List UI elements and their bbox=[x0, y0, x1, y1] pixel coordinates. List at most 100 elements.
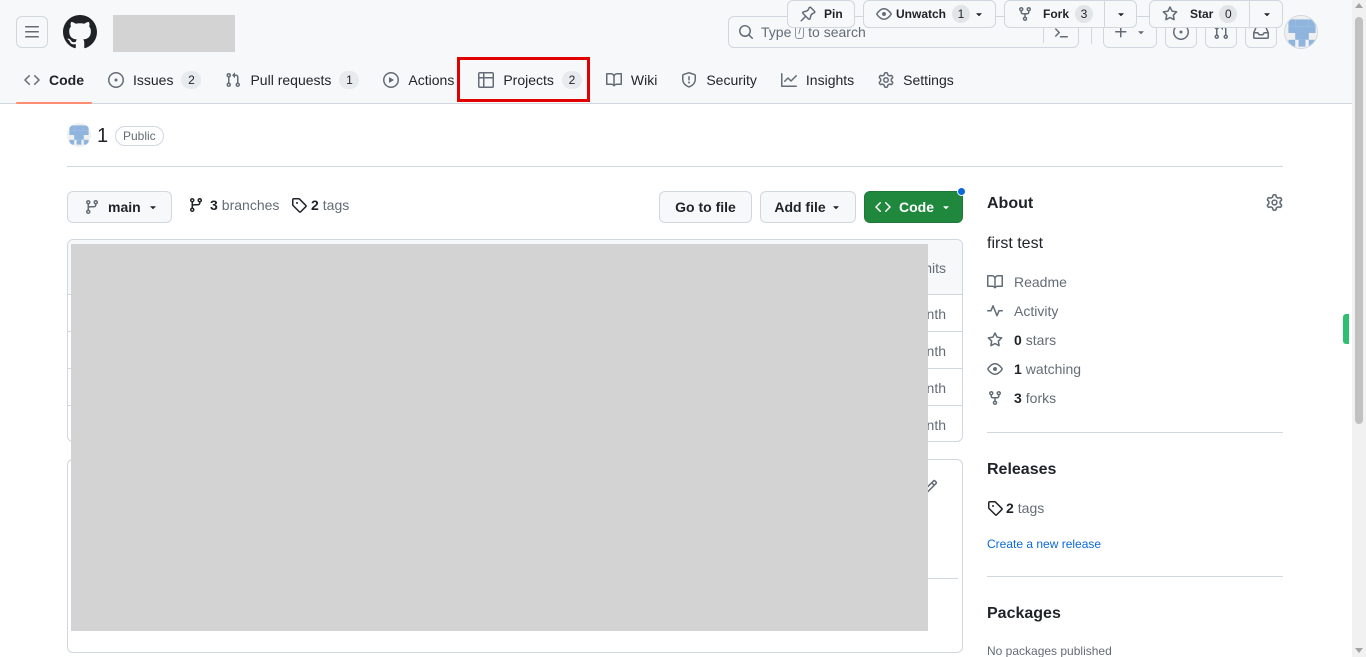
triangle-down-icon bbox=[832, 206, 839, 210]
about-heading: About bbox=[987, 195, 1034, 212]
branch-icon bbox=[189, 198, 202, 213]
triangle-down-icon bbox=[976, 13, 982, 17]
add-file-button[interactable]: Add file bbox=[760, 191, 856, 223]
triangle-down-icon[interactable] bbox=[1115, 8, 1127, 20]
scroll-down-arrow-icon[interactable] bbox=[1355, 648, 1363, 653]
sidebar-divider bbox=[987, 432, 1283, 433]
fork-button[interactable]: Fork 3 bbox=[1004, 0, 1137, 28]
star-count: 0 bbox=[1219, 5, 1238, 23]
tab-code[interactable]: Code bbox=[16, 63, 92, 104]
tags-label: tags bbox=[322, 197, 350, 213]
search-icon bbox=[739, 25, 754, 40]
tab-settings[interactable]: Settings bbox=[870, 63, 962, 97]
tab-wiki[interactable]: Wiki bbox=[598, 63, 665, 97]
gear-icon bbox=[878, 72, 894, 88]
sidebar-item-label: Activity bbox=[1014, 303, 1059, 319]
search-placeholder-before: Type bbox=[761, 24, 792, 40]
watch-count: 1 bbox=[952, 5, 971, 23]
table-icon bbox=[478, 72, 495, 88]
repo-description: first test bbox=[987, 235, 1044, 252]
tab-pull-requests[interactable]: Pull requests 1 bbox=[217, 63, 367, 97]
triangle-down-icon bbox=[149, 206, 156, 210]
visibility-badge: Public bbox=[115, 126, 164, 146]
sidebar-item-watching[interactable]: 1 watching bbox=[987, 361, 1081, 377]
code-clone-button[interactable]: Code bbox=[864, 191, 963, 223]
add-file-label: Add file bbox=[774, 199, 826, 215]
stars-count: 0 bbox=[1014, 332, 1022, 348]
sidebar-item-tags[interactable]: 2 tags bbox=[987, 500, 1044, 516]
sidebar-item-activity[interactable]: Activity bbox=[987, 303, 1058, 319]
row-age-tail: nth bbox=[926, 417, 946, 433]
branches-label: branches bbox=[221, 197, 280, 213]
sidebar-item-label: stars bbox=[1025, 332, 1057, 348]
tab-actions[interactable]: Actions bbox=[375, 63, 462, 97]
repo-title[interactable]: 1 bbox=[97, 124, 108, 148]
pull-request-icon bbox=[226, 72, 241, 88]
pin-button[interactable]: Pin bbox=[787, 0, 855, 28]
star-button[interactable]: Star 0 bbox=[1149, 0, 1283, 28]
sidebar-divider bbox=[987, 576, 1283, 577]
pin-button-label: Pin bbox=[824, 7, 843, 21]
code-button-indicator-dot bbox=[957, 187, 966, 196]
tab-projects-counter: 2 bbox=[561, 71, 582, 89]
tab-issues[interactable]: Issues 2 bbox=[100, 63, 209, 97]
tag-icon bbox=[988, 501, 1003, 516]
releases-heading[interactable]: Releases bbox=[987, 461, 1056, 479]
shield-icon bbox=[682, 72, 697, 88]
eye-icon bbox=[876, 8, 892, 20]
tags-count: 2 bbox=[311, 197, 319, 213]
code-button-label: Code bbox=[899, 199, 934, 215]
title-divider bbox=[67, 166, 1283, 167]
github-logo[interactable] bbox=[63, 15, 97, 49]
tag-icon bbox=[292, 198, 307, 213]
tags-link[interactable]: 2 tags bbox=[291, 197, 349, 213]
star-icon bbox=[1162, 6, 1178, 21]
tab-security-label: Security bbox=[706, 72, 757, 88]
repo-tabs: Code Issues 2 Pull requests 1 Actions Pr… bbox=[16, 63, 970, 104]
tab-insights[interactable]: Insights bbox=[773, 63, 862, 97]
branches-link[interactable]: 3 branches bbox=[188, 197, 279, 213]
releases-tags-count: 2 bbox=[1006, 500, 1014, 516]
row-age-tail: nth bbox=[926, 380, 946, 396]
create-release-link[interactable]: Create a new release bbox=[987, 537, 1101, 551]
packages-heading[interactable]: Packages bbox=[987, 605, 1061, 623]
tab-settings-label: Settings bbox=[903, 72, 954, 88]
sidebar-item-forks[interactable]: 3 forks bbox=[987, 390, 1056, 406]
tab-pull-requests-counter: 1 bbox=[339, 71, 360, 89]
branches-count: 3 bbox=[210, 197, 218, 213]
fork-split-divider bbox=[1104, 0, 1105, 28]
readme-divider bbox=[928, 578, 958, 579]
sidebar-item-readme[interactable]: Readme bbox=[987, 274, 1067, 290]
row-age-tail: nth bbox=[926, 343, 946, 359]
tab-pull-requests-label: Pull requests bbox=[250, 72, 332, 88]
watching-count: 1 bbox=[1014, 361, 1022, 377]
tab-code-label: Code bbox=[49, 72, 84, 88]
gear-icon[interactable] bbox=[1266, 194, 1283, 211]
hamburger-menu-button[interactable] bbox=[16, 16, 48, 48]
star-icon bbox=[987, 332, 1003, 347]
tab-issues-label: Issues bbox=[133, 72, 174, 88]
user-avatar[interactable] bbox=[1284, 15, 1318, 49]
book-icon bbox=[605, 72, 622, 87]
triangle-down-icon[interactable] bbox=[1261, 8, 1273, 20]
packages-empty-text: No packages published bbox=[987, 644, 1112, 657]
forks-count: 3 bbox=[1014, 390, 1022, 406]
tab-wiki-label: Wiki bbox=[630, 72, 658, 88]
side-panel-handle[interactable] bbox=[1343, 314, 1349, 344]
tab-projects[interactable]: Projects 2 bbox=[470, 63, 590, 97]
watch-button[interactable]: Unwatch 1 bbox=[863, 0, 996, 28]
issue-opened-icon bbox=[108, 72, 124, 88]
fork-button-label: Fork bbox=[1043, 7, 1070, 21]
scrollbar-thumb[interactable] bbox=[1352, 14, 1366, 427]
repo-owner-avatar[interactable] bbox=[67, 123, 91, 147]
go-to-file-button[interactable]: Go to file bbox=[659, 191, 752, 223]
tab-actions-label: Actions bbox=[408, 72, 455, 88]
scroll-up-arrow-icon[interactable] bbox=[1355, 3, 1363, 8]
sidebar-item-stars[interactable]: 0 stars bbox=[987, 332, 1056, 348]
tab-security[interactable]: Security bbox=[673, 63, 765, 97]
hamburger-icon bbox=[25, 26, 39, 38]
releases-tags-label: tags bbox=[1017, 500, 1045, 516]
branch-select-button[interactable]: main bbox=[67, 191, 172, 223]
graph-icon bbox=[780, 73, 797, 87]
tab-insights-label: Insights bbox=[805, 72, 855, 88]
